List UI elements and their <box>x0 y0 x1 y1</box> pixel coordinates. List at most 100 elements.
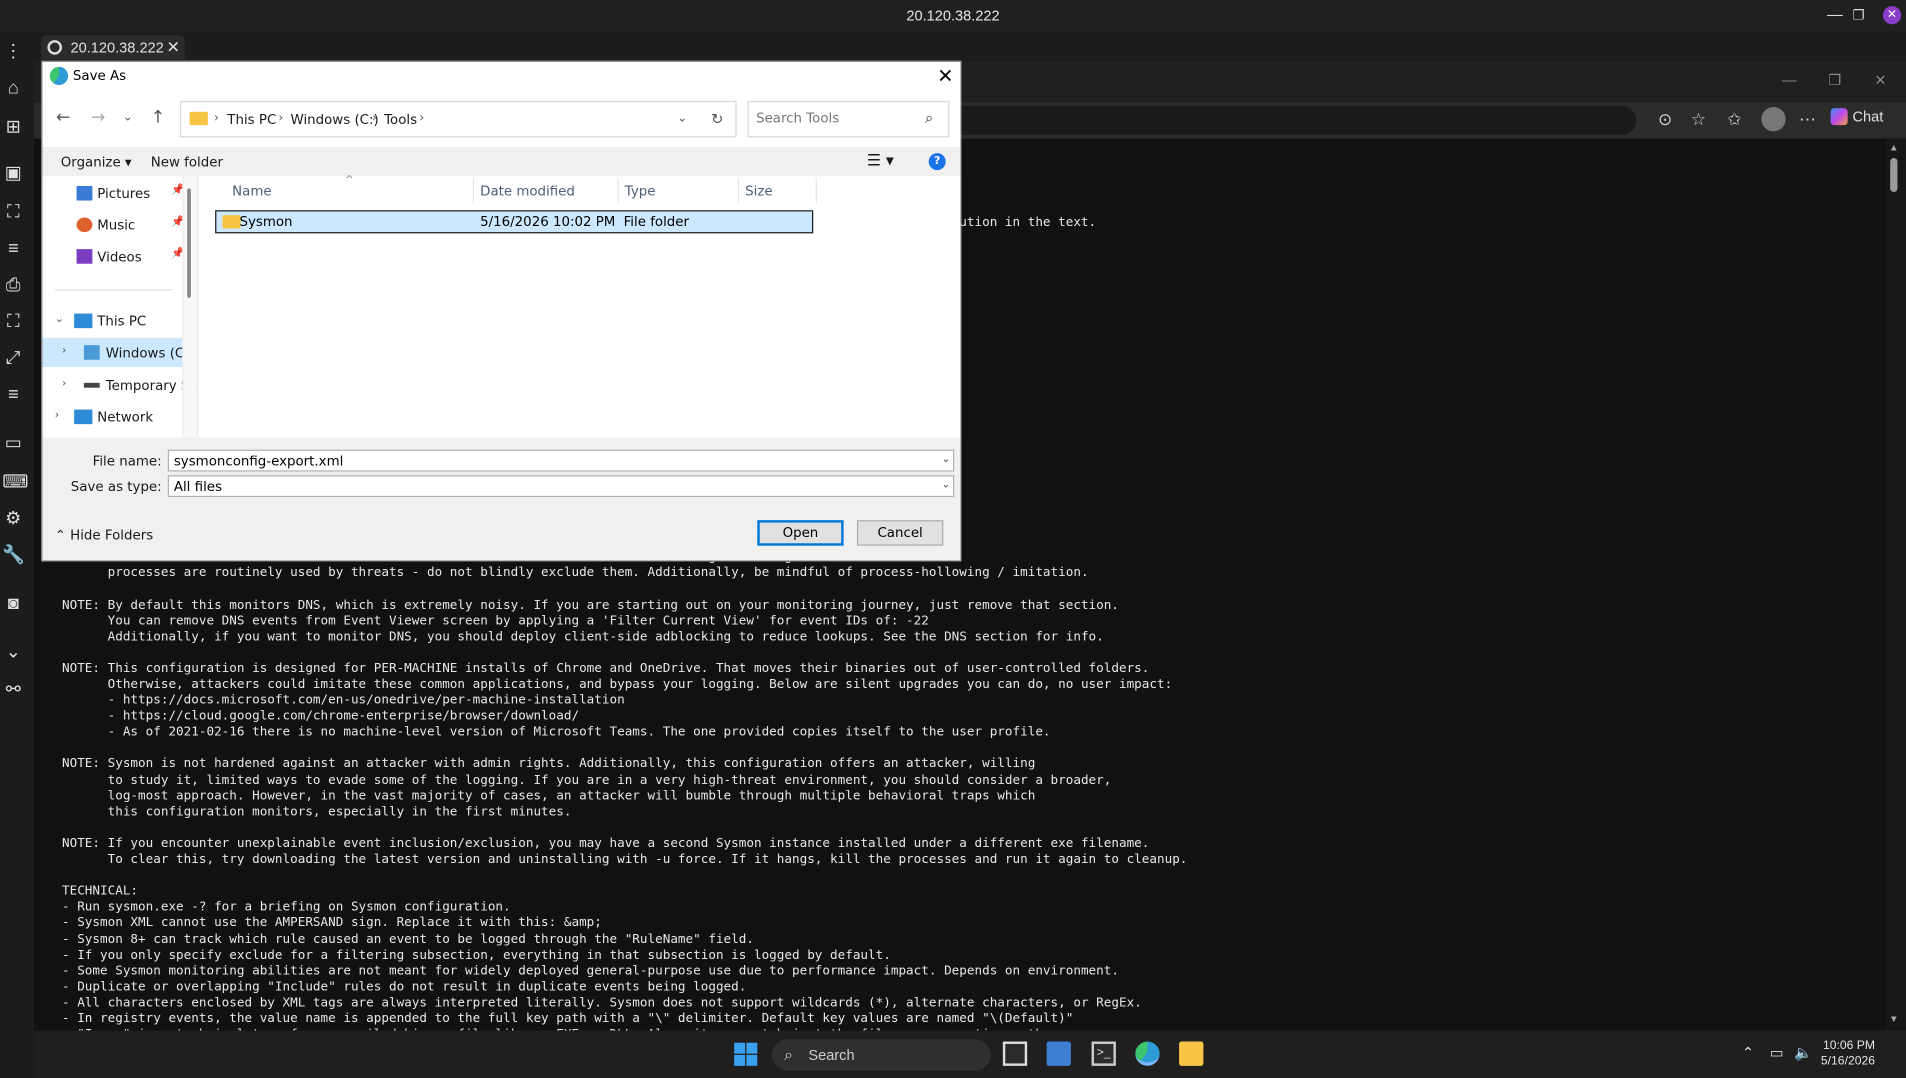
favorites-icon[interactable]: ✩ <box>1727 109 1741 130</box>
nav-item-music[interactable]: Music 📌 <box>43 210 197 239</box>
menu-icon[interactable]: ≡ <box>2 238 24 260</box>
minimize-icon[interactable]: — <box>1827 5 1843 23</box>
column-header-name[interactable]: Name <box>230 176 473 205</box>
hide-folders-button[interactable]: ⌃ Hide Folders <box>55 527 153 543</box>
reader-icon[interactable]: ⊙ <box>1658 109 1672 130</box>
restore-icon[interactable]: ❐ <box>1853 7 1865 24</box>
nav-item-this-pc[interactable]: ⌄ This PC <box>43 306 197 335</box>
file-explorer-icon[interactable] <box>1179 1041 1204 1066</box>
server-manager-icon[interactable] <box>1046 1041 1071 1066</box>
organize-button[interactable]: Organize ▾ <box>61 154 132 170</box>
cancel-button[interactable]: Cancel <box>856 520 944 546</box>
keyboard-icon[interactable]: ⌨ <box>2 472 28 494</box>
new-folder-button[interactable]: New folder <box>151 154 223 170</box>
volume-icon[interactable]: 🔈 <box>1794 1044 1812 1061</box>
avatar[interactable] <box>1761 106 1786 132</box>
dialog-close-icon[interactable]: ✕ <box>937 64 953 87</box>
fullscreen-icon[interactable]: ⛶ <box>2 202 24 224</box>
back-icon[interactable]: ← <box>56 108 70 127</box>
terminal-icon[interactable]: >_ <box>1091 1041 1116 1066</box>
task-view-icon[interactable] <box>1002 1041 1028 1066</box>
column-header-type[interactable]: Type <box>622 176 737 205</box>
nav-item-network[interactable]: › Network <box>43 402 197 431</box>
add-icon[interactable]: ⊞ <box>2 117 24 139</box>
history-dropdown-icon[interactable]: ⌄ <box>677 112 687 125</box>
scroll-thumb[interactable] <box>1890 157 1898 193</box>
breadcrumb-this-pc[interactable]: This PC <box>227 112 276 128</box>
file-name-field[interactable]: sysmonconfig-export.xml ⌄ <box>167 449 955 472</box>
chevron-down-icon[interactable]: ⌄ <box>2 642 24 664</box>
print-icon[interactable]: ⎙ <box>2 275 24 297</box>
column-separator[interactable] <box>472 178 475 203</box>
nav-item-windows-c[interactable]: › Windows (C:) <box>42 337 197 368</box>
link-icon[interactable]: ⚯ <box>2 679 24 701</box>
column-header-size[interactable]: Size <box>743 176 816 205</box>
clock[interactable]: 10:06 PM 5/16/2026 <box>1821 1038 1875 1070</box>
search-input[interactable] <box>756 110 915 127</box>
save-type-select[interactable]: All files ⌄ <box>167 475 955 498</box>
network-icon[interactable]: ▭ <box>1770 1044 1784 1061</box>
rdp-session-tab[interactable]: 20.120.38.222 ✕ <box>41 35 185 60</box>
tab-close-icon[interactable]: ✕ <box>167 38 180 57</box>
nav-scroll-thumb[interactable] <box>187 188 191 298</box>
breadcrumb-drive[interactable]: Windows (C:) <box>291 112 379 128</box>
breadcrumb-chevron-icon[interactable]: › <box>214 112 219 125</box>
forward-icon[interactable]: → <box>91 108 105 127</box>
folder-icon <box>189 111 208 126</box>
save-as-dialog: Save As ✕ ← → ⌄ ↑ › This PC › Windows (C… <box>41 60 962 562</box>
expand-icon[interactable]: ⤢ <box>2 348 24 370</box>
chat-button[interactable]: Chat <box>1830 108 1883 126</box>
open-button[interactable]: Open <box>757 520 844 546</box>
nav-scrollbar[interactable] <box>182 176 197 438</box>
nav-item-videos[interactable]: Videos 📌 <box>43 242 197 271</box>
column-separator[interactable] <box>617 178 619 203</box>
more-icon[interactable]: ⋯ <box>1799 109 1816 130</box>
start-button[interactable] <box>734 1042 758 1066</box>
nav-item-temporary-storage[interactable]: › Temporary Sto <box>43 371 203 400</box>
chevron-right-icon[interactable]: › <box>62 378 66 390</box>
list-icon[interactable]: ≡ <box>2 384 24 406</box>
home-icon[interactable]: ⌂ <box>2 78 24 100</box>
folder-icon <box>222 215 241 229</box>
chevron-down-icon[interactable]: ⌄ <box>941 479 950 491</box>
file-row[interactable]: Sysmon 5/16/2026 10:02 PM File folder <box>215 210 814 234</box>
refresh-icon[interactable]: ↻ <box>711 111 723 128</box>
search-box[interactable]: ⌕ <box>747 100 950 138</box>
chevron-down-icon[interactable]: ⌄ <box>55 314 64 326</box>
more-vertical-icon[interactable]: ⋮ <box>2 41 24 63</box>
edge-restore-icon[interactable]: ❐ <box>1828 72 1841 89</box>
column-separator[interactable] <box>737 178 740 203</box>
close-icon[interactable]: ✕ <box>1882 6 1902 25</box>
breadcrumb[interactable]: › This PC › Windows (C:) › Tools › ⌄ ↻ <box>179 100 737 138</box>
camera-icon[interactable]: ◙ <box>2 593 24 615</box>
chevron-right-icon[interactable]: › <box>55 410 59 422</box>
recent-chevron-icon[interactable]: ⌄ <box>123 111 133 124</box>
edge-minimize-icon[interactable]: — <box>1782 72 1797 89</box>
settings-icon[interactable]: ⚙ <box>2 508 24 530</box>
favorite-star-icon[interactable]: ☆ <box>1691 109 1706 130</box>
chevron-up-icon[interactable]: ⌃ <box>1742 1044 1754 1061</box>
taskbar-search[interactable]: ⌕ Search <box>771 1039 991 1071</box>
fit-icon[interactable]: ⛶ <box>2 311 24 333</box>
select-icon[interactable]: ▣ <box>2 163 24 185</box>
wrench-icon[interactable]: 🔧 <box>2 544 25 566</box>
breadcrumb-chevron-icon[interactable]: › <box>278 112 283 125</box>
column-header-date[interactable]: Date modified <box>478 176 618 205</box>
page-scrollbar[interactable]: ▲ ▼ <box>1885 138 1906 1031</box>
edge-icon[interactable] <box>1135 1041 1160 1066</box>
column-separator[interactable] <box>815 178 817 203</box>
nav-item-pictures[interactable]: Pictures 📌 <box>43 179 197 208</box>
breadcrumb-tools[interactable]: Tools <box>384 112 417 128</box>
view-options-icon[interactable]: ☰ ▾ <box>867 152 894 170</box>
scroll-up-icon[interactable]: ▲ <box>1889 142 1899 153</box>
monitor-icon[interactable]: ▭ <box>2 433 24 455</box>
help-icon[interactable]: ? <box>928 153 946 171</box>
edge-close-icon[interactable]: ✕ <box>1874 72 1886 89</box>
breadcrumb-chevron-icon[interactable]: › <box>372 112 377 125</box>
breadcrumb-chevron-icon[interactable]: › <box>419 112 424 125</box>
up-icon[interactable]: ↑ <box>151 108 165 127</box>
chevron-right-icon[interactable]: › <box>62 345 66 357</box>
chevron-down-icon[interactable]: ⌄ <box>941 453 950 465</box>
scroll-down-icon[interactable]: ▼ <box>1889 1014 1899 1025</box>
save-type-label: Save as type: <box>70 478 162 495</box>
